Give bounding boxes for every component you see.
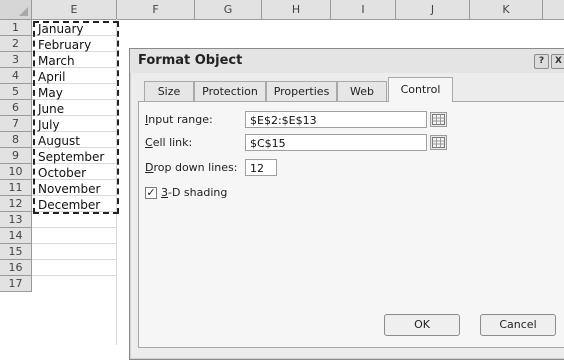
tab-size[interactable]: Size xyxy=(144,81,194,101)
control-tab-panel: Input range: $E$2:$E$13 Cell link: $C$15… xyxy=(138,101,564,348)
row-header[interactable]: 1 xyxy=(0,20,32,36)
column-header-row: E F G H I J K xyxy=(0,0,564,20)
column-header-f[interactable]: F xyxy=(117,0,195,19)
row-header[interactable]: 4 xyxy=(0,68,32,84)
row-header[interactable]: 13 xyxy=(0,212,32,228)
tab-protection[interactable]: Protection xyxy=(194,81,266,101)
input-range-collapse-icon[interactable] xyxy=(430,112,447,127)
row-header[interactable]: 11 xyxy=(0,180,32,196)
row-header[interactable]: 12 xyxy=(0,196,32,212)
column-header-i[interactable]: I xyxy=(331,0,396,19)
row-header[interactable]: 14 xyxy=(0,228,32,244)
cell-link-field[interactable]: $C$15 xyxy=(245,134,427,151)
shading-label[interactable]: 3-D shading xyxy=(161,186,227,199)
copy-selection-marquee xyxy=(33,21,119,214)
drop-down-lines-field[interactable]: 12 xyxy=(245,159,277,176)
column-header-k[interactable]: K xyxy=(470,0,543,19)
help-button[interactable]: ? xyxy=(534,54,549,69)
row-header[interactable]: 9 xyxy=(0,148,32,164)
input-range-field[interactable]: $E$2:$E$13 xyxy=(245,111,427,128)
cell-link-collapse-icon[interactable] xyxy=(430,135,447,150)
dialog-title: Format Object xyxy=(138,53,243,68)
tab-properties[interactable]: Properties xyxy=(266,81,337,101)
tab-web[interactable]: Web xyxy=(337,81,387,101)
row-header[interactable]: 15 xyxy=(0,244,32,260)
row-header[interactable]: 2 xyxy=(0,36,32,52)
select-all-corner[interactable] xyxy=(0,0,32,19)
cancel-button[interactable]: Cancel xyxy=(480,314,556,336)
close-button[interactable]: X xyxy=(551,54,564,69)
input-range-label: Input range: xyxy=(145,113,213,126)
column-header-j[interactable]: J xyxy=(396,0,470,19)
column-header-h[interactable]: H xyxy=(262,0,331,19)
cell-link-label: Cell link: xyxy=(145,136,193,149)
row-header[interactable]: 8 xyxy=(0,132,32,148)
format-object-dialog: Format Object ? X Size Protection Proper… xyxy=(129,48,564,360)
row-header[interactable]: 3 xyxy=(0,52,32,68)
row-header[interactable]: 10 xyxy=(0,164,32,180)
dialog-title-bar[interactable]: Format Object ? X xyxy=(130,49,564,73)
row-header[interactable]: 17 xyxy=(0,276,32,292)
row-header[interactable]: 5 xyxy=(0,84,32,100)
drop-down-lines-label: Drop down lines: xyxy=(145,161,238,174)
row-header[interactable]: 7 xyxy=(0,116,32,132)
shading-checkbox[interactable]: ✓ xyxy=(145,187,157,199)
column-header-g[interactable]: G xyxy=(195,0,262,19)
row-header[interactable]: 6 xyxy=(0,100,32,116)
tab-control[interactable]: Control xyxy=(388,77,453,102)
row-header[interactable]: 16 xyxy=(0,260,32,276)
ok-button[interactable]: OK xyxy=(384,314,460,336)
column-header-e[interactable]: E xyxy=(32,0,117,19)
